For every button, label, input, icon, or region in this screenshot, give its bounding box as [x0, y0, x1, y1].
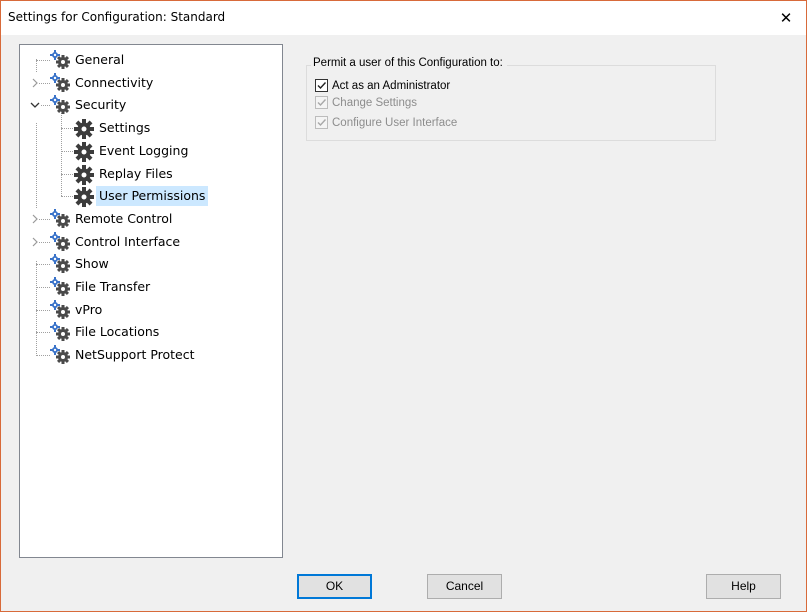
tree-item-label: Event Logging: [99, 142, 189, 158]
checkbox-box[interactable]: [315, 79, 328, 92]
checkbox-box[interactable]: [315, 96, 328, 109]
tree-connector-line: [61, 111, 62, 197]
checkbox-box[interactable]: [315, 116, 328, 129]
tree-item-label: User Permissions: [96, 186, 209, 207]
tree-item-label: Connectivity: [75, 74, 154, 90]
tree-item-label: NetSupport Protect: [75, 347, 195, 363]
chevron-down-icon[interactable]: [29, 95, 41, 124]
ok-button[interactable]: OK: [297, 574, 372, 599]
help-button[interactable]: Help: [706, 574, 781, 599]
settings-tree[interactable]: General Connectivity Security Settings Event…: [19, 44, 283, 558]
tree-item-label: File Locations: [75, 324, 160, 340]
tree-item-label: Settings: [99, 120, 151, 136]
gears-icon: [48, 95, 74, 121]
close-icon[interactable]: ✕: [766, 1, 806, 35]
tree-item-label: Remote Control: [75, 210, 173, 226]
checkbox-label: Configure User Interface: [332, 117, 458, 129]
window-title: Settings for Configuration: Standard: [8, 10, 226, 24]
tree-item-label: Show: [75, 256, 109, 272]
tree-item-label: vPro: [75, 301, 103, 317]
settings-dialog: Settings for Configuration: Standard ✕ G…: [0, 0, 807, 612]
title-bar: Settings for Configuration: Standard ✕: [1, 1, 806, 35]
tree-item-label: File Transfer: [75, 279, 151, 294]
checkbox-label: Act as an Administrator: [332, 80, 451, 92]
tree-item-label: General: [75, 52, 125, 67]
chevron-right-icon[interactable]: [31, 231, 39, 260]
gears-icon: [48, 345, 74, 371]
tree-item-label: Security: [75, 97, 127, 113]
permissions-group-label: Permit a user of this Configuration to:: [311, 57, 507, 69]
tree-item-label: Control Interface: [75, 233, 181, 249]
checkbox-label: Change Settings: [332, 97, 418, 109]
tree-item-label: Replay Files: [99, 165, 173, 181]
cancel-button[interactable]: Cancel: [427, 574, 502, 599]
